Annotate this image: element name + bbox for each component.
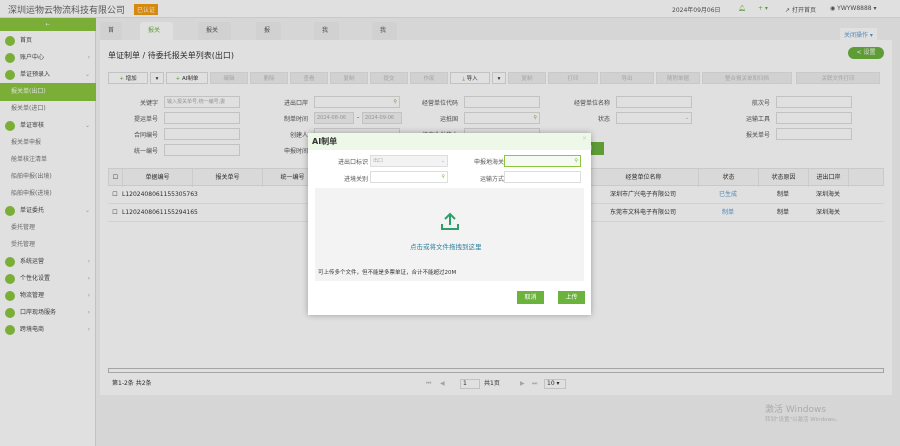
windows-watermark-sub: 转到"设置"以激活 Windows。 — [765, 417, 841, 423]
upload-hint: 可上传多个文件，但不能是多票单证，合计不能超过20M — [318, 270, 457, 276]
transport-label: 运输方式 — [479, 176, 504, 183]
search-icon[interactable]: ⚲ — [574, 156, 578, 166]
ai-dialog: AI制单 × 进出口标识 出口 ⌄ 申报地海关 ⚲ 进境关别 ⚲ 运输方式 点击或… — [308, 133, 591, 315]
close-icon[interactable]: × — [582, 135, 587, 142]
port-input[interactable]: ⚲ — [370, 171, 448, 183]
windows-watermark: 激活 Windows — [765, 405, 827, 415]
cancel-button[interactable]: 取消 — [517, 291, 544, 304]
chevron-down-icon: ⌄ — [440, 158, 445, 164]
io-label: 进出口标识 — [337, 159, 368, 166]
transport-input[interactable] — [504, 171, 581, 183]
search-icon[interactable]: ⚲ — [441, 172, 445, 182]
file-drop-zone[interactable]: 点击或将文件拖拽到这里 可上传多个文件，但不能是多票单证，合计不能超过20M — [315, 188, 584, 281]
upload-icon — [441, 212, 459, 230]
io-select[interactable]: 出口 ⌄ — [370, 155, 448, 167]
customs-label: 申报地海关 — [473, 159, 504, 166]
port-label: 进境关别 — [343, 176, 368, 183]
upload-button[interactable]: 上传 — [558, 291, 585, 304]
io-value: 出口 — [373, 158, 384, 164]
dialog-title: AI制单 — [308, 133, 591, 150]
customs-input[interactable]: ⚲ — [504, 155, 581, 167]
drop-text: 点击或将文件拖拽到这里 — [410, 243, 482, 251]
